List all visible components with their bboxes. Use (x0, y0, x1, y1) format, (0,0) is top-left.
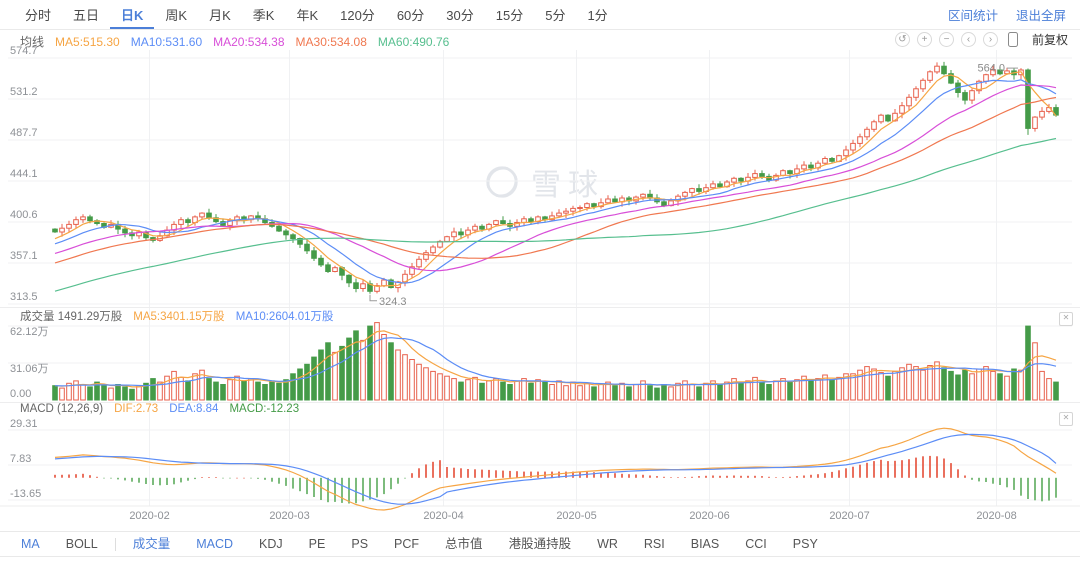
ma-legend-item: MA10:531.60 (131, 35, 202, 49)
period-tab-120分[interactable]: 120分 (329, 0, 386, 29)
price-axis-tick: 357.1 (10, 250, 38, 262)
x-axis-label: 2020-07 (829, 510, 869, 522)
period-tab-30分[interactable]: 30分 (435, 0, 484, 29)
indicator-tab-MACD[interactable]: MACD (183, 532, 246, 556)
indicator-tab-BOLL[interactable]: BOLL (53, 532, 111, 556)
macd-dea-label: DEA:8.84 (169, 403, 218, 415)
volume-axis-tick: 0.00 (10, 388, 31, 400)
candle-wicks (55, 62, 1056, 294)
price-ma60-line (55, 139, 1056, 292)
ma-legend-item: MA5:515.30 (55, 35, 120, 49)
period-tab-五日[interactable]: 五日 (62, 0, 110, 29)
volume-ma5-label: MA5:3401.15万股 (133, 308, 224, 324)
indicator-tab-PSY[interactable]: PSY (780, 532, 831, 556)
ma-legend-item: MA30:534.08 (296, 35, 367, 49)
x-axis-label: 2020-05 (556, 510, 596, 522)
volume-bars (53, 323, 1059, 400)
indicator-tab-MA[interactable]: MA (8, 532, 53, 556)
period-tab-15分[interactable]: 15分 (485, 0, 534, 29)
reset-zoom-icon[interactable]: ↺ (895, 32, 910, 47)
candle-bodies (53, 66, 1059, 291)
macd-dif-label: DIF:2.73 (114, 403, 158, 415)
zoom-in-icon[interactable]: + (917, 32, 932, 47)
x-axis-label: 2020-02 (129, 510, 169, 522)
x-axis-label: 2020-03 (269, 510, 309, 522)
period-tab-月K[interactable]: 月K (198, 0, 242, 29)
macd-value-label: MACD:-12.23 (229, 403, 299, 415)
ma-legend-item: MA60:490.76 (378, 35, 449, 49)
ma-legend-label: 均线 (20, 33, 44, 50)
stock-chart-app: 分时五日日K周K月K季K年K120分60分30分15分5分1分 区间统计 退出全… (0, 0, 1080, 570)
period-tab-1分[interactable]: 1分 (576, 0, 618, 29)
chart-control-icons: ↺ +−‹ › (895, 32, 1021, 47)
x-axis-label: 2020-06 (689, 510, 729, 522)
indicator-tabbar: MABOLL 成交量MACDKDJPEPSPCF总市值港股通持股WRRSIBIAS… (0, 531, 1080, 557)
close-macd-pane-icon[interactable]: ✕ (1059, 412, 1073, 426)
chart-plot-area[interactable]: 574.7531.2487.7444.1400.6357.1313.562.12… (0, 0, 1080, 530)
price-axis-tick: 313.5 (10, 291, 38, 303)
low-annotation-line (370, 295, 377, 301)
indicator-tab-总市值[interactable]: 总市值 (432, 532, 496, 556)
price-ma5-line (55, 72, 1056, 287)
x-axis-label: 2020-08 (976, 510, 1016, 522)
indicator-tab-CCI[interactable]: CCI (732, 532, 780, 556)
low-price-label: 324.3 (379, 296, 407, 308)
volume-ma5-line (55, 331, 1056, 387)
price-axis-tick: 487.7 (10, 127, 38, 139)
indicator-tab-港股通持股[interactable]: 港股通持股 (496, 532, 585, 556)
range-stats-link[interactable]: 区间统计 (948, 5, 998, 24)
screenshot-icon[interactable] (1008, 32, 1018, 47)
indicator-tab-WR[interactable]: WR (584, 532, 631, 556)
adjust-mode-label[interactable]: 前复权 (1032, 31, 1068, 48)
price-axis-tick: 444.1 (10, 168, 38, 180)
period-tabbar: 分时五日日K周K月K季K年K120分60分30分15分5分1分 区间统计 退出全… (0, 0, 1080, 30)
period-tabs: 分时五日日K周K月K季K年K120分60分30分15分5分1分 (14, 0, 619, 29)
macd-axis-tick: -13.65 (10, 488, 41, 500)
period-tab-周K[interactable]: 周K (154, 0, 198, 29)
period-tab-日K[interactable]: 日K (110, 0, 154, 29)
volume-value-label: 成交量 1491.29万股 (20, 308, 122, 324)
indicator-tab-PS[interactable]: PS (338, 532, 381, 556)
indicator-tab-成交量[interactable]: 成交量 (120, 532, 184, 556)
indicator-tab-PE[interactable]: PE (296, 532, 339, 556)
price-ma30-line (55, 98, 1056, 263)
pan-right-icon[interactable]: › (983, 32, 998, 47)
grid-lines: 574.7531.2487.7444.1400.6357.1313.562.12… (0, 45, 1080, 522)
exit-fullscreen-link[interactable]: 退出全屏 (1016, 5, 1066, 24)
x-axis-label: 2020-04 (423, 510, 463, 522)
macd-title-label: MACD (12,26,9) (20, 403, 103, 415)
volume-ma10-label: MA10:2604.01万股 (236, 308, 334, 324)
volume-ma10-line (55, 338, 1056, 386)
macd-legend: MACD (12,26,9) DIF:2.73 DEA:8.84 MACD:-1… (20, 403, 299, 415)
volume-axis-tick: 31.06万 (10, 363, 49, 375)
tab-group-divider (115, 538, 116, 551)
macd-axis-tick: 29.31 (10, 418, 38, 430)
indicator-tab-BIAS[interactable]: BIAS (678, 532, 733, 556)
high-price-label: 564.0 (977, 63, 1005, 75)
macd-dea-line (55, 434, 1056, 504)
price-axis-tick: 531.2 (10, 86, 38, 98)
period-tab-60分[interactable]: 60分 (386, 0, 435, 29)
volume-axis-tick: 62.12万 (10, 326, 49, 338)
indicator-tab-RSI[interactable]: RSI (631, 532, 678, 556)
period-tab-5分[interactable]: 5分 (534, 0, 576, 29)
period-tab-季K[interactable]: 季K (242, 0, 286, 29)
macd-dif-line (55, 428, 1056, 510)
period-tab-年K[interactable]: 年K (285, 0, 329, 29)
price-axis-tick: 400.6 (10, 209, 38, 221)
period-tab-分时[interactable]: 分时 (14, 0, 62, 29)
chart-controls: ↺ +−‹ › 前复权 (895, 31, 1068, 48)
ma-legend-item: MA20:534.38 (213, 35, 284, 49)
toolbar-links: 区间统计 退出全屏 (930, 5, 1066, 24)
volume-legend: 成交量 1491.29万股 MA5:3401.15万股 MA10:2604.01… (20, 308, 334, 324)
close-volume-pane-icon[interactable]: ✕ (1059, 312, 1073, 326)
zoom-out-icon[interactable]: − (939, 32, 954, 47)
indicator-tab-PCF[interactable]: PCF (381, 532, 432, 556)
price-ma-legend: 均线 MA5:515.30 MA10:531.60 MA20:534.38 MA30:… (20, 33, 449, 50)
indicator-tab-KDJ[interactable]: KDJ (246, 532, 296, 556)
pan-left-icon[interactable]: ‹ (961, 32, 976, 47)
macd-axis-tick: 7.83 (10, 453, 31, 465)
